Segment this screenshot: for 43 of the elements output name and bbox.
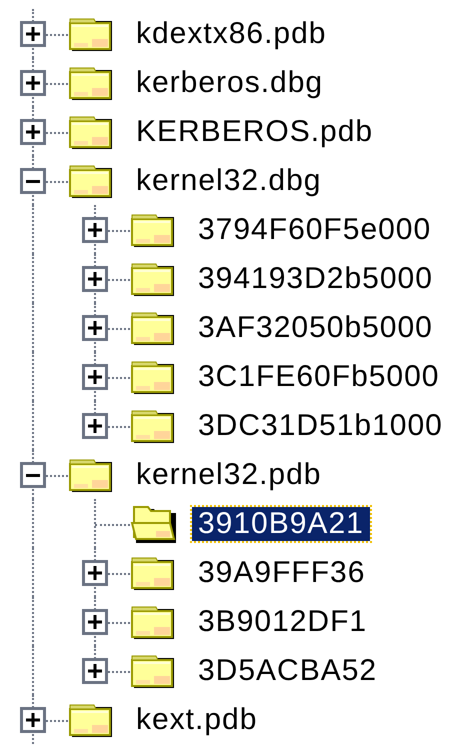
collapse-toggle[interactable] [20, 168, 46, 194]
plus-icon [26, 713, 40, 727]
tree-item-label[interactable]: kernel32.dbg [130, 164, 328, 198]
plus-icon [26, 76, 40, 90]
tree-item-label[interactable]: 3794F60F5e000 [192, 212, 438, 246]
tree-item-label[interactable]: 394193D2b5000 [192, 262, 439, 296]
expand-toggle[interactable] [20, 21, 46, 47]
tree-item-label[interactable]: 3B9012DF1 [192, 604, 374, 638]
tree-item-label[interactable]: kext.pdb [130, 702, 264, 736]
expand-toggle[interactable] [82, 560, 108, 586]
tree-item-label[interactable]: kdextx86.pdb [130, 16, 332, 50]
tree-item-label[interactable]: KERBEROS.pdb [130, 114, 380, 148]
plus-icon [88, 272, 102, 286]
minus-icon [26, 474, 40, 476]
minus-icon [26, 180, 40, 182]
tree-item-label[interactable]: kernel32.pdb [130, 458, 328, 492]
tree-item-label[interactable]: 3C1FE60Fb5000 [192, 360, 446, 394]
expand-toggle[interactable] [20, 707, 46, 733]
expand-toggle[interactable] [82, 217, 108, 243]
plus-icon [88, 615, 102, 629]
expand-toggle[interactable] [20, 70, 46, 96]
expand-toggle[interactable] [82, 266, 108, 292]
expand-toggle[interactable] [82, 609, 108, 635]
plus-icon [88, 419, 102, 433]
tree-item-label[interactable]: 3910B9A21 [192, 506, 370, 540]
expand-toggle[interactable] [20, 119, 46, 145]
tree-item-label[interactable]: 39A9FFF36 [192, 556, 372, 590]
tree-item-label[interactable]: 3D5ACBA52 [192, 654, 384, 688]
tree-item-label[interactable]: 3AF32050b5000 [192, 310, 439, 344]
expand-toggle[interactable] [82, 413, 108, 439]
plus-icon [88, 664, 102, 678]
plus-icon [26, 27, 40, 41]
collapse-toggle[interactable] [20, 462, 46, 488]
tree-item-label[interactable]: 3DC31D51b1000 [192, 408, 449, 442]
expand-toggle[interactable] [82, 658, 108, 684]
plus-icon [88, 370, 102, 384]
expand-toggle[interactable] [82, 315, 108, 341]
plus-icon [88, 223, 102, 237]
plus-icon [88, 321, 102, 335]
plus-icon [88, 566, 102, 580]
plus-icon [26, 125, 40, 139]
tree-item-label[interactable]: kerberos.dbg [130, 66, 330, 100]
expand-toggle[interactable] [82, 364, 108, 390]
